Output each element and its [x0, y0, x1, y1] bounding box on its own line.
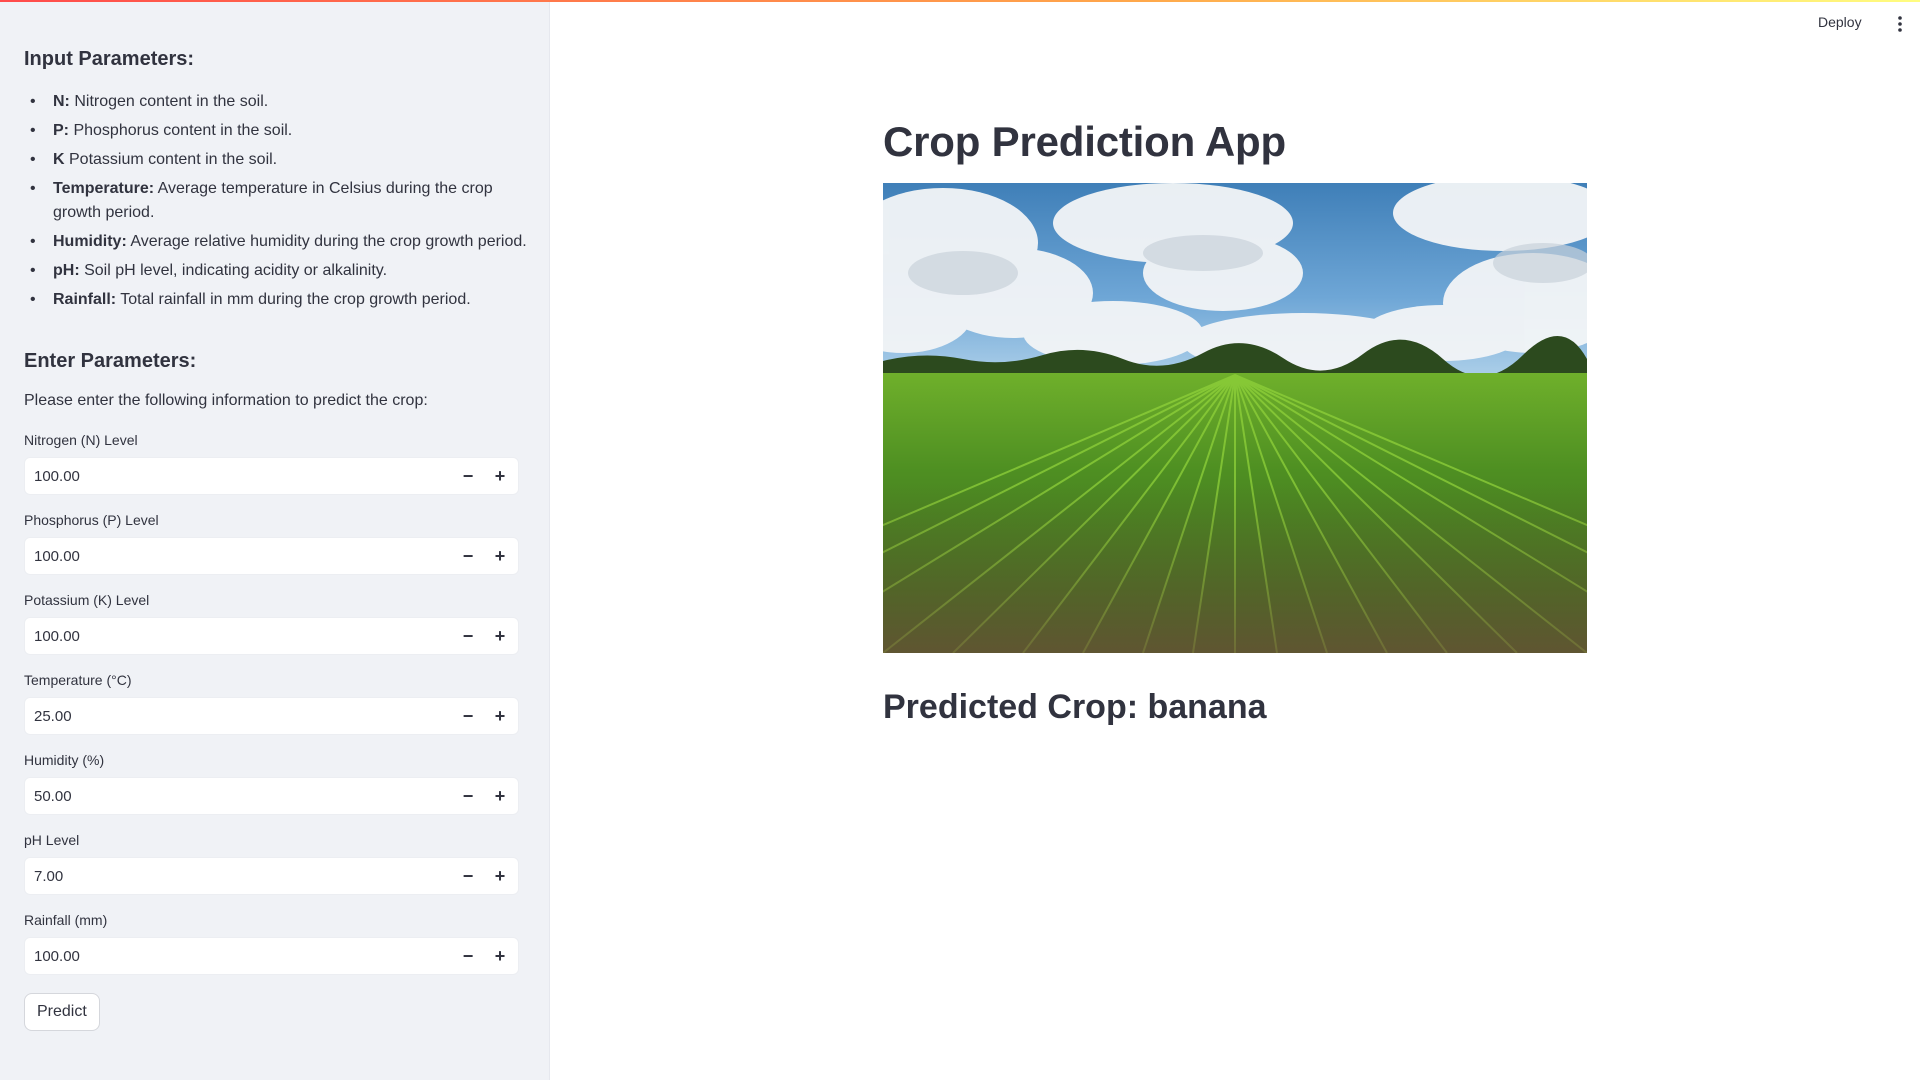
plus-icon: + — [494, 865, 506, 886]
param-term: Temperature: — [53, 180, 155, 197]
increment-button[interactable]: + — [484, 778, 516, 814]
param-desc: Phosphorus content in the soil. — [69, 122, 293, 139]
deploy-button[interactable]: Deploy — [1818, 14, 1862, 30]
field-label: Potassium (K) Level — [24, 592, 150, 608]
param-desc: Nitrogen content in the soil. — [69, 93, 269, 110]
top-decoration-bar — [0, 0, 1920, 2]
minus-icon: − — [462, 945, 474, 966]
increment-button[interactable]: + — [484, 698, 516, 734]
param-desc: Potassium content in the soil. — [64, 151, 278, 168]
humidity-input[interactable] — [25, 778, 452, 814]
minus-icon: − — [462, 465, 474, 486]
plus-icon: + — [494, 465, 506, 486]
field-nitrogen: Nitrogen (N) Level − + — [24, 431, 525, 495]
parameter-list: N: Nitrogen content in the soil. P: Phos… — [30, 90, 527, 312]
number-input: − + — [24, 777, 519, 815]
param-term: N: — [53, 93, 70, 110]
page-title: Crop Prediction App — [883, 118, 1286, 165]
param-desc: Total rainfall in mm during the crop gro… — [116, 291, 471, 308]
nitrogen-input[interactable] — [25, 458, 452, 494]
param-item-ph: pH: Soil pH level, indicating acidity or… — [30, 259, 530, 283]
param-item-k: K Potassium content in the soil. — [30, 148, 530, 172]
decrement-button[interactable]: − — [452, 538, 484, 574]
param-term: Rainfall: — [53, 291, 117, 308]
increment-button[interactable]: + — [484, 538, 516, 574]
number-input: − + — [24, 457, 519, 495]
plus-icon: + — [494, 625, 506, 646]
temperature-input[interactable] — [25, 698, 452, 734]
increment-button[interactable]: + — [484, 458, 516, 494]
param-item-rainfall: Rainfall: Total rainfall in mm during th… — [30, 288, 530, 312]
plus-icon: + — [494, 545, 506, 566]
instructions-text: Please enter the following information t… — [24, 392, 428, 409]
field-label: Phosphorus (P) Level — [24, 512, 159, 528]
decrement-button[interactable]: − — [452, 778, 484, 814]
ph-input[interactable] — [25, 858, 452, 894]
decrement-button[interactable]: − — [452, 698, 484, 734]
field-potassium: Potassium (K) Level − + — [24, 591, 525, 655]
param-item-humidity: Humidity: Average relative humidity duri… — [30, 230, 530, 254]
param-term: Humidity: — [53, 233, 127, 250]
minus-icon: − — [462, 625, 474, 646]
sidebar: Input Parameters: N: Nitrogen content in… — [0, 0, 550, 1080]
decrement-button[interactable]: − — [452, 458, 484, 494]
minus-icon: − — [462, 785, 474, 806]
main-content: Crop Prediction App Predicted Crop: bana… — [883, 112, 1587, 729]
minus-icon: − — [462, 705, 474, 726]
decrement-button[interactable]: − — [452, 858, 484, 894]
number-input: − + — [24, 937, 519, 975]
crop-field-illustration — [883, 183, 1587, 653]
param-item-p: P: Phosphorus content in the soil. — [30, 119, 530, 143]
param-item-temperature: Temperature: Average temperature in Cels… — [30, 177, 530, 225]
minus-icon: − — [462, 545, 474, 566]
param-item-n: N: Nitrogen content in the soil. — [30, 90, 530, 114]
plus-icon: + — [494, 785, 506, 806]
field-label: Temperature (°C) — [24, 672, 132, 688]
field-label: Rainfall (mm) — [24, 912, 108, 928]
param-term: K — [53, 151, 65, 168]
potassium-input[interactable] — [25, 618, 452, 654]
field-rainfall: Rainfall (mm) − + — [24, 911, 525, 975]
field-phosphorus: Phosphorus (P) Level − + — [24, 511, 525, 575]
field-label: Humidity (%) — [24, 752, 105, 768]
decrement-button[interactable]: − — [452, 618, 484, 654]
plus-icon: + — [494, 945, 506, 966]
field-label: pH Level — [24, 832, 80, 848]
number-input: − + — [24, 537, 519, 575]
increment-button[interactable]: + — [484, 938, 516, 974]
rainfall-input[interactable] — [25, 938, 452, 974]
predict-button[interactable]: Predict — [24, 993, 100, 1031]
param-term: pH: — [53, 262, 80, 279]
field-temperature: Temperature (°C) − + — [24, 671, 525, 735]
param-term: P: — [53, 122, 69, 139]
number-input: − + — [24, 857, 519, 895]
field-humidity: Humidity (%) − + — [24, 751, 525, 815]
field-ph: pH Level − + — [24, 831, 525, 895]
enter-parameters-heading: Enter Parameters: — [24, 350, 197, 372]
vertical-dots-icon[interactable] — [1890, 14, 1910, 34]
plus-icon: + — [494, 705, 506, 726]
increment-button[interactable]: + — [484, 618, 516, 654]
number-input: − + — [24, 697, 519, 735]
phosphorus-input[interactable] — [25, 538, 452, 574]
increment-button[interactable]: + — [484, 858, 516, 894]
minus-icon: − — [462, 865, 474, 886]
decrement-button[interactable]: − — [452, 938, 484, 974]
param-desc: Soil pH level, indicating acidity or alk… — [79, 262, 388, 279]
input-parameters-heading: Input Parameters: — [24, 48, 195, 70]
field-label: Nitrogen (N) Level — [24, 432, 138, 448]
prediction-result: Predicted Crop: banana — [883, 688, 1267, 726]
crop-field-image — [883, 183, 1587, 653]
number-input: − + — [24, 617, 519, 655]
param-desc: Average relative humidity during the cro… — [126, 233, 527, 250]
